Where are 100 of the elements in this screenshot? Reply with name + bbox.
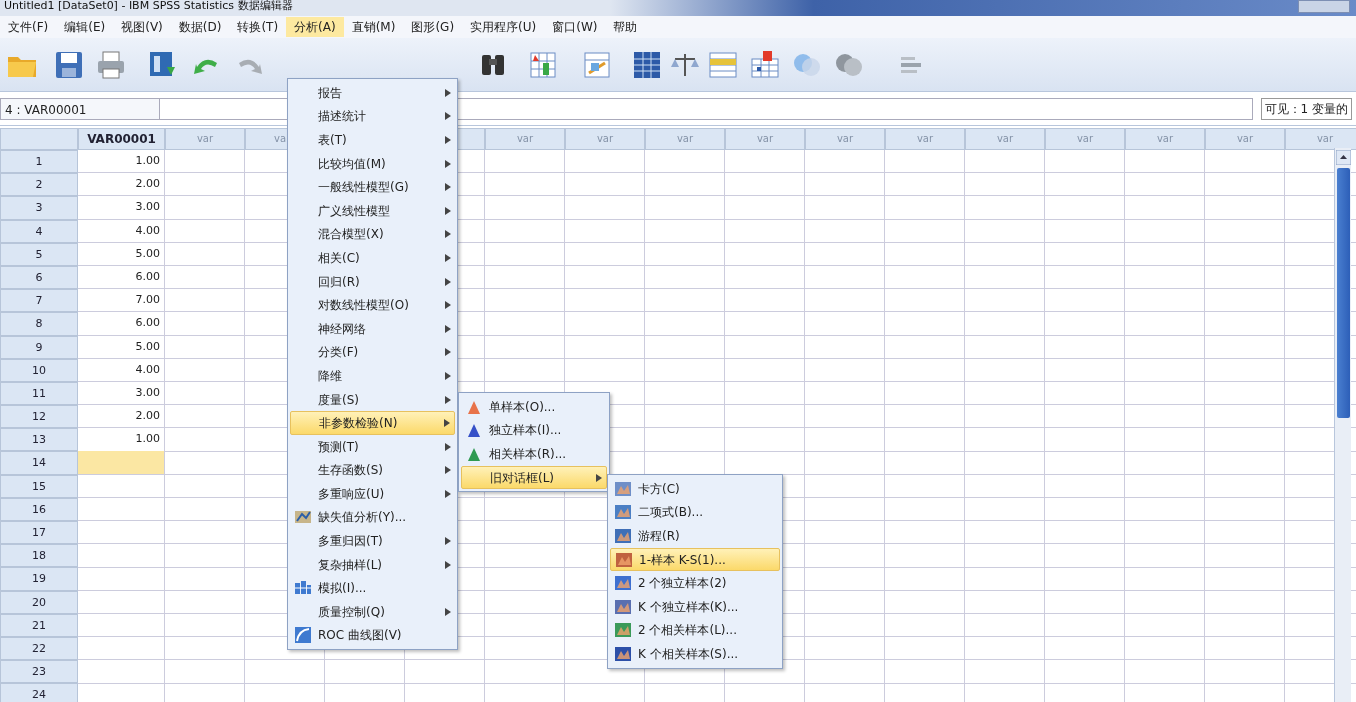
table-cell[interactable]: 1.00 [78, 428, 164, 452]
menu-item[interactable]: 2 个独立样本(2) [610, 571, 780, 595]
submenu-arrow-icon [445, 560, 451, 569]
menu-item[interactable]: 直销(M) [343, 17, 404, 37]
chart-icon [614, 503, 632, 522]
menu-item[interactable]: 文件(F) [0, 17, 57, 37]
row-header[interactable]: 2 [0, 173, 78, 197]
row-header[interactable]: 7 [0, 289, 78, 313]
table-cell[interactable]: 5.00 [78, 242, 164, 266]
menu-item[interactable]: 数据(D) [170, 17, 230, 37]
menu-item[interactable]: 缺失值分析(Y)... [290, 505, 455, 530]
menu-item[interactable]: 非参数检验(N) [290, 411, 455, 435]
menu-item[interactable]: 比较均值(M) [290, 151, 455, 176]
scroll-up-icon[interactable] [1336, 150, 1351, 165]
menu-item[interactable]: 窗口(W) [544, 17, 606, 37]
table-cell[interactable]: 2.00 [78, 173, 164, 197]
menu-item[interactable]: 对数线性模型(O) [290, 293, 455, 317]
table-cell[interactable]: 4.00 [78, 219, 164, 243]
row-header[interactable]: 15 [0, 474, 78, 498]
menu-item[interactable]: 转换(T) [229, 17, 287, 37]
curve-icon [294, 626, 312, 645]
menu-item[interactable]: 描述统计 [290, 104, 455, 129]
row-header[interactable]: 13 [0, 428, 78, 452]
menu-item[interactable]: 单样本(O)... [461, 395, 607, 419]
row-header[interactable]: 12 [0, 405, 78, 429]
column-header[interactable]: VAR00001 [78, 128, 165, 150]
row-header[interactable]: 9 [0, 335, 78, 359]
menu-item[interactable]: 生存函数(S) [290, 458, 455, 483]
row-header[interactable]: 5 [0, 242, 78, 266]
menu-item[interactable]: 神经网络 [290, 316, 455, 341]
row-header[interactable]: 21 [0, 613, 78, 637]
table-cell[interactable]: 5.00 [78, 335, 164, 359]
menu-item[interactable]: 2 个相关样本(L)... [610, 618, 780, 643]
menu-item[interactable]: 一般线性模型(G) [290, 175, 455, 199]
table-cell[interactable]: 6.00 [78, 265, 164, 290]
row-header[interactable]: 6 [0, 265, 78, 290]
menu-item[interactable]: 度量(S) [290, 387, 455, 412]
submenu-arrow-icon [445, 112, 451, 121]
menu-item[interactable]: 独立样本(I)... [461, 418, 607, 443]
menu-item[interactable]: 多重响应(U) [290, 482, 455, 506]
menu-item[interactable]: 游程(R) [610, 524, 780, 548]
table-cell[interactable]: 1.00 [78, 150, 164, 174]
menu-item[interactable]: 图形(G) [403, 17, 463, 37]
menu-item[interactable]: 二项式(B)... [610, 500, 780, 525]
menu-item[interactable]: 表(T) [290, 128, 455, 152]
menu-item[interactable]: 帮助 [605, 17, 646, 37]
menu-item[interactable]: 编辑(E) [56, 17, 114, 37]
row-header[interactable]: 20 [0, 590, 78, 614]
row-header[interactable]: 10 [0, 358, 78, 382]
menu-item[interactable]: 旧对话框(L) [461, 465, 607, 490]
table-cell[interactable]: 7.00 [78, 289, 164, 313]
menu-item[interactable]: 分析(A) [286, 17, 344, 37]
menu-item[interactable]: 回归(R) [290, 269, 455, 294]
row-header[interactable]: 18 [0, 544, 78, 568]
row-header[interactable]: 17 [0, 521, 78, 545]
value-labels-icon[interactable] [749, 48, 781, 81]
menu-item[interactable]: 预测(T) [290, 434, 455, 459]
row-header[interactable]: 4 [0, 219, 78, 243]
menu-item[interactable]: 相关(C) [290, 246, 455, 270]
menu-item[interactable]: 模拟(I)... [290, 576, 455, 601]
row-header[interactable]: 23 [0, 660, 78, 684]
menu-item[interactable]: 卡方(C) [610, 477, 780, 501]
menu-item[interactable]: 质量控制(Q) [290, 600, 455, 624]
row-header[interactable]: 22 [0, 636, 78, 661]
table-cell[interactable]: 4.00 [78, 358, 164, 382]
menu-item[interactable]: 广义线性模型 [290, 198, 455, 223]
menu-item[interactable]: 混合模型(X) [290, 222, 455, 247]
menu-item[interactable]: 降维 [290, 364, 455, 388]
table-cell[interactable]: 6.00 [78, 312, 164, 336]
menu-item[interactable]: 报告 [290, 81, 455, 105]
menu-item[interactable]: K 个相关样本(S)... [610, 642, 780, 666]
row-header[interactable]: 16 [0, 497, 78, 521]
table-cell[interactable]: 3.00 [78, 196, 164, 220]
row-header[interactable]: 1 [0, 150, 78, 174]
menu-item[interactable]: 1-样本 K-S(1)... [610, 547, 780, 572]
menu-item[interactable]: K 个独立样本(K)... [610, 594, 780, 619]
menu-item[interactable]: 相关样本(R)... [461, 442, 607, 466]
submenu-arrow-icon [445, 489, 451, 498]
table-cell[interactable] [78, 451, 164, 475]
chart-icon [614, 597, 632, 616]
print-icon[interactable] [95, 48, 127, 81]
menu-item[interactable]: 多重归因(T) [290, 529, 455, 553]
submenu-arrow-icon [445, 159, 451, 168]
menu-item[interactable]: 复杂抽样(L) [290, 552, 455, 577]
menu-item[interactable]: 实用程序(U) [462, 17, 545, 37]
row-header[interactable]: 14 [0, 451, 78, 475]
row-header[interactable]: 8 [0, 312, 78, 336]
table-cell[interactable]: 2.00 [78, 405, 164, 429]
menu-item[interactable]: 视图(V) [113, 17, 171, 37]
row-header[interactable]: 24 [0, 683, 78, 702]
table-cell[interactable]: 3.00 [78, 381, 164, 406]
scroll-thumb[interactable] [1337, 168, 1350, 418]
menu-item[interactable]: ROC 曲线图(V) [290, 623, 455, 648]
submenu-arrow-icon [445, 277, 451, 286]
submenu-arrow-icon [445, 371, 451, 380]
menu-item[interactable]: 分类(F) [290, 340, 455, 365]
scrollbar[interactable] [1334, 148, 1351, 702]
row-header[interactable]: 19 [0, 567, 78, 591]
row-header[interactable]: 3 [0, 196, 78, 220]
row-header[interactable]: 11 [0, 381, 78, 406]
